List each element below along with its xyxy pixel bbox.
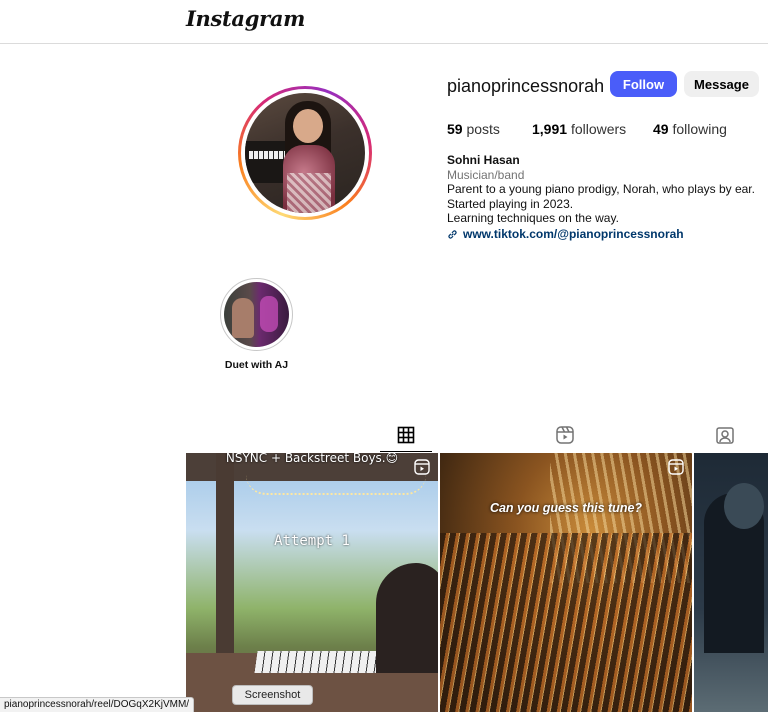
post-thumbnail[interactable]: Can you guess this tune? — [440, 453, 692, 712]
screenshot-tooltip: Screenshot — [232, 685, 313, 705]
top-navbar: Instagram — [0, 0, 768, 44]
tab-reels[interactable] — [545, 418, 585, 452]
followers-label: followers — [570, 121, 627, 137]
category-label: Musician/band — [447, 167, 525, 182]
tab-posts[interactable] — [386, 418, 426, 452]
highlight-label: Duet with AJ — [224, 359, 289, 371]
story-highlight[interactable] — [220, 278, 293, 351]
reel-badge-icon — [668, 459, 684, 475]
profile-tabs — [186, 418, 768, 453]
post-caption: NSYNC + Backstreet Boys.😊 — [225, 453, 399, 465]
followers-count: 1,991 — [532, 121, 568, 137]
link-icon — [448, 230, 457, 239]
active-tab-indicator — [380, 451, 432, 452]
grid-icon — [397, 426, 415, 444]
bio-line: Started playing in 2023. — [447, 196, 574, 211]
posts-count: 59 — [447, 121, 463, 137]
tab-tagged[interactable] — [705, 418, 745, 452]
posts-stat: 59 posts — [447, 121, 500, 137]
following-stat[interactable]: 49 following — [653, 121, 727, 137]
highlight-cover — [224, 282, 289, 347]
instagram-logo[interactable]: Instagram — [186, 6, 305, 31]
link-text: www.tiktok.com/@pianoprincessnorah — [463, 226, 684, 241]
profile-username: pianoprincessnorah — [447, 76, 605, 96]
post-thumbnail[interactable]: NSYNC + Backstreet Boys.😊 Attempt 1 — [186, 453, 438, 712]
posts-label: posts — [466, 121, 500, 137]
following-label: following — [672, 121, 727, 137]
browser-status-url: pianoprincessnorah/reel/DOGqX2KjVMM/ — [0, 697, 195, 712]
tagged-icon — [716, 427, 734, 444]
profile-bio: Sohni Hasan Musician/band Parent to a yo… — [447, 153, 755, 242]
followers-stat[interactable]: 1,991 followers — [532, 121, 626, 137]
profile-photo — [245, 93, 365, 213]
posts-grid: NSYNC + Backstreet Boys.😊 Attempt 1 Can … — [186, 453, 768, 712]
message-button[interactable]: Message — [684, 71, 759, 97]
bio-line: Parent to a young piano prodigy, Norah, … — [447, 182, 755, 197]
post-overlay-text: Attempt 1 — [274, 533, 350, 549]
post-caption: Can you guess this tune? — [489, 501, 643, 515]
full-name: Sohni Hasan — [447, 153, 520, 167]
follow-button[interactable]: Follow — [610, 71, 677, 97]
profile-avatar[interactable] — [238, 86, 372, 220]
post-thumbnail[interactable] — [694, 453, 768, 712]
reel-badge-icon — [414, 459, 430, 475]
bio-line: Learning techniques on the way. — [447, 211, 619, 226]
reels-icon — [556, 426, 574, 444]
external-link[interactable]: www.tiktok.com/@pianoprincessnorah — [447, 227, 755, 242]
following-count: 49 — [653, 121, 669, 137]
